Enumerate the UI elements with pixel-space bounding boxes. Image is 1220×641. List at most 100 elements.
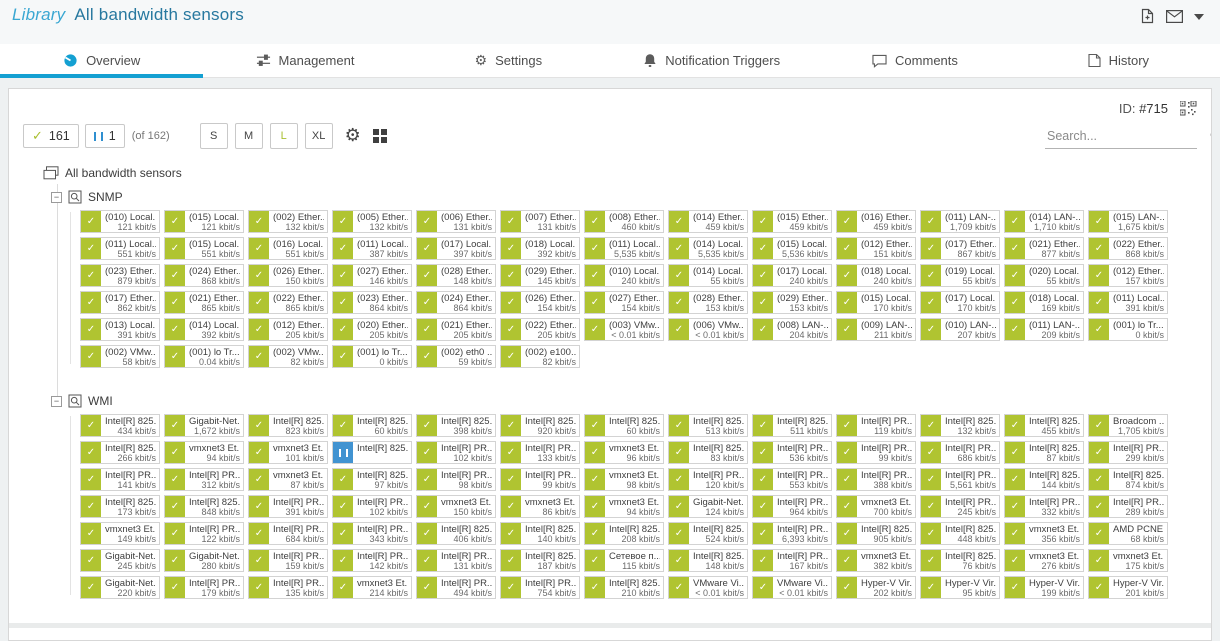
tile-view-icon[interactable] — [373, 129, 387, 143]
sensor-tile[interactable]: ✓(014) LAN-...1,710 kbit/s — [1004, 210, 1084, 233]
sensor-tile[interactable]: ✓(016) Local...551 kbit/s — [248, 237, 328, 260]
sensor-tile[interactable]: ✓Intel[R] 825...83 kbit/s — [668, 441, 748, 464]
sensor-tile[interactable]: ✓Intel[R] 825...132 kbit/s — [920, 414, 1000, 437]
sensor-tile[interactable]: ✓Intel[R] 825...173 kbit/s — [80, 495, 160, 518]
qr-code-icon[interactable] — [1180, 101, 1197, 116]
sensor-tile[interactable]: ✓(002) e100...82 kbit/s — [500, 345, 580, 368]
sensor-tile[interactable]: ✓Intel[R] 825...266 kbit/s — [80, 441, 160, 464]
search-input[interactable] — [1045, 128, 1210, 144]
envelope-icon[interactable] — [1166, 10, 1183, 23]
sensor-tile[interactable]: ✓(002) VMw...58 kbit/s — [80, 345, 160, 368]
group-header[interactable]: −SNMP — [51, 187, 1197, 207]
sensor-tile[interactable]: ✓(015) Local...551 kbit/s — [164, 237, 244, 260]
sensor-tile[interactable]: ✓Intel[R] PR...167 kbit/s — [752, 549, 832, 572]
sensor-tile[interactable]: ✓(027) Ether...154 kbit/s — [584, 291, 664, 314]
sensor-tile[interactable]: ✓(002) VMw...82 kbit/s — [248, 345, 328, 368]
sensor-tile[interactable]: ✓Hyper-V Vir...199 kbit/s — [1004, 576, 1084, 599]
sensor-tile[interactable]: ✓Intel[R] 825...60 kbit/s — [584, 414, 664, 437]
sensor-tile[interactable]: ✓Intel[R] 825...434 kbit/s — [80, 414, 160, 437]
sensor-tile[interactable]: ✓(022) Ether...868 kbit/s — [1088, 237, 1168, 260]
sensor-tile[interactable]: ✓(005) Ether...132 kbit/s — [332, 210, 412, 233]
sensor-tile[interactable]: ✓vmxnet3 Et...87 kbit/s — [248, 468, 328, 491]
sensor-tile[interactable]: ✓Intel[R] PR...141 kbit/s — [80, 468, 160, 491]
group-header[interactable]: −WMI — [51, 391, 1197, 411]
sensor-tile[interactable]: ✓Gigabit-Net...124 kbit/s — [668, 495, 748, 518]
sensor-tile[interactable]: ✓Intel[R] PR...388 kbit/s — [836, 468, 916, 491]
sensor-tile[interactable]: ✓vmxnet3 Et...356 kbit/s — [1004, 522, 1084, 545]
sensor-tile[interactable]: ✓(020) Ether...205 kbit/s — [332, 318, 412, 341]
sensor-tile[interactable]: ✓Intel[R] PR...391 kbit/s — [248, 495, 328, 518]
sensor-tile[interactable]: ✓(015) Local...121 kbit/s — [164, 210, 244, 233]
sensor-tile[interactable]: ✓(024) Ether...864 kbit/s — [416, 291, 496, 314]
sensor-tile[interactable]: ✓Intel[R] PR...131 kbit/s — [416, 549, 496, 572]
sensor-tile[interactable]: ✓Intel[R] PR...343 kbit/s — [332, 522, 412, 545]
collapse-toggle-icon[interactable]: − — [51, 396, 62, 407]
sensor-tile[interactable]: ✓VMware Vi...< 0.01 kbit/s — [668, 576, 748, 599]
sensor-tile[interactable]: ✓Intel[R] 825...905 kbit/s — [836, 522, 916, 545]
sensor-tile[interactable]: ✓(020) Local...55 kbit/s — [1004, 264, 1084, 287]
sensor-tile[interactable]: ✓(013) Local...391 kbit/s — [80, 318, 160, 341]
tab-comments[interactable]: Comments — [813, 44, 1016, 77]
sensor-tile[interactable]: ✓(019) Local...55 kbit/s — [920, 264, 1000, 287]
sensor-tile[interactable]: ✓Intel[R] PR...102 kbit/s — [332, 495, 412, 518]
sensor-tile[interactable]: ✓(018) Local...392 kbit/s — [500, 237, 580, 260]
sensor-tile[interactable]: ✓(029) Ether...145 kbit/s — [500, 264, 580, 287]
sensor-tile[interactable]: ✓(012) Ether...157 kbit/s — [1088, 264, 1168, 287]
size-xl-button[interactable]: XL — [305, 123, 333, 149]
sensor-tile[interactable]: ✓(015) Local...170 kbit/s — [836, 291, 916, 314]
sensor-tile[interactable]: ✓Intel[R] 825...210 kbit/s — [584, 576, 664, 599]
sensor-tile[interactable]: ✓Intel[R] PR...964 kbit/s — [752, 495, 832, 518]
sensor-tile[interactable]: ✓Intel[R] PR...5,561 kbit/s — [920, 468, 1000, 491]
sensor-tile[interactable]: ✓Intel[R] PR...6,393 kbit/s — [752, 522, 832, 545]
sensor-tile[interactable]: ✓Intel[R] PR...179 kbit/s — [164, 576, 244, 599]
sensor-tile[interactable]: ✓Сетевое п...115 kbit/s — [584, 549, 664, 572]
sensor-tile[interactable]: ✓Intel[R] PR...135 kbit/s — [248, 576, 328, 599]
up-sensors-count[interactable]: ✓ 161 — [23, 124, 79, 148]
sensor-tile[interactable]: ✓VMware Vi...< 0.01 kbit/s — [752, 576, 832, 599]
sensor-tile[interactable]: ✓Intel[R] PR...245 kbit/s — [920, 495, 1000, 518]
sensor-tile[interactable]: ✓Intel[R] 825...140 kbit/s — [500, 522, 580, 545]
sensor-tile[interactable]: ✓(006) VMw...< 0.01 kbit/s — [668, 318, 748, 341]
sensor-tile[interactable]: ✓Intel[R] PR...494 kbit/s — [416, 576, 496, 599]
sensor-tile[interactable]: ✓(021) Ether...205 kbit/s — [416, 318, 496, 341]
sensor-tile[interactable]: ✓Hyper-V Vir...201 kbit/s — [1088, 576, 1168, 599]
sensor-tile[interactable]: ✓(012) Ether...151 kbit/s — [836, 237, 916, 260]
sensor-tile[interactable]: ✓(028) Ether...148 kbit/s — [416, 264, 496, 287]
sensor-tile[interactable]: ✓Intel[R] PR...553 kbit/s — [752, 468, 832, 491]
caret-down-icon[interactable] — [1194, 14, 1204, 20]
sensor-tile[interactable]: ✓(011) Local...5,535 kbit/s — [584, 237, 664, 260]
sensor-tile[interactable]: ✓Intel[R] PR...312 kbit/s — [164, 468, 244, 491]
size-small-button[interactable]: S — [200, 123, 228, 149]
sensor-tile[interactable]: ✓(012) Ether...205 kbit/s — [248, 318, 328, 341]
sensor-tile[interactable]: ✓Intel[R] 825...823 kbit/s — [248, 414, 328, 437]
sensor-tile[interactable]: ✓Intel[R] 825...76 kbit/s — [920, 549, 1000, 572]
tab-history[interactable]: History — [1017, 44, 1220, 77]
sensor-tile[interactable]: ✓(011) Local...387 kbit/s — [332, 237, 412, 260]
tab-management[interactable]: Management — [203, 44, 406, 77]
sensor-tile[interactable]: ✓(026) Ether...154 kbit/s — [500, 291, 580, 314]
sensor-tile[interactable]: ✓(014) Local...55 kbit/s — [668, 264, 748, 287]
sensor-tile[interactable]: ✓(024) Ether...868 kbit/s — [164, 264, 244, 287]
sensor-tile[interactable]: ✓Intel[R] 825...398 kbit/s — [416, 414, 496, 437]
sensor-tile[interactable]: ✓AMD PCNE...68 kbit/s — [1088, 522, 1168, 545]
sensor-tile[interactable]: ✓Intel[R] PR...159 kbit/s — [248, 549, 328, 572]
sensor-tile[interactable]: ✓(010) Local...121 kbit/s — [80, 210, 160, 233]
sensor-tile[interactable]: ✓Intel[R] 825...920 kbit/s — [500, 414, 580, 437]
sensor-tile[interactable]: ✓(007) Ether...131 kbit/s — [500, 210, 580, 233]
tab-notification-triggers[interactable]: Notification Triggers — [610, 44, 813, 77]
search-icon[interactable] — [1210, 129, 1212, 143]
sensor-tile[interactable]: ✓(011) Local...391 kbit/s — [1088, 291, 1168, 314]
sensor-tile[interactable]: ✓(006) Ether...131 kbit/s — [416, 210, 496, 233]
sensor-tile[interactable]: Intel[R] 825... — [332, 441, 412, 464]
sensor-tile[interactable]: ✓(021) Ether...877 kbit/s — [1004, 237, 1084, 260]
sensor-tile[interactable]: ✓(002) eth0 ...59 kbit/s — [416, 345, 496, 368]
sensor-tile[interactable]: ✓vmxnet3 Et...214 kbit/s — [332, 576, 412, 599]
sensor-tile[interactable]: ✓Intel[R] PR...122 kbit/s — [164, 522, 244, 545]
paused-sensors-count[interactable]: 1 — [85, 124, 125, 148]
sensor-tile[interactable]: ✓(026) Ether...150 kbit/s — [248, 264, 328, 287]
sensor-tile[interactable]: ✓Intel[R] PR...332 kbit/s — [1004, 495, 1084, 518]
tab-settings[interactable]: ⚙ Settings — [407, 44, 610, 77]
sensor-tile[interactable]: ✓Intel[R] 825...848 kbit/s — [164, 495, 244, 518]
sensor-tile[interactable]: ✓(001) lo Tr...0.04 kbit/s — [164, 345, 244, 368]
sensor-tile[interactable]: ✓(011) LAN-...1,709 kbit/s — [920, 210, 1000, 233]
